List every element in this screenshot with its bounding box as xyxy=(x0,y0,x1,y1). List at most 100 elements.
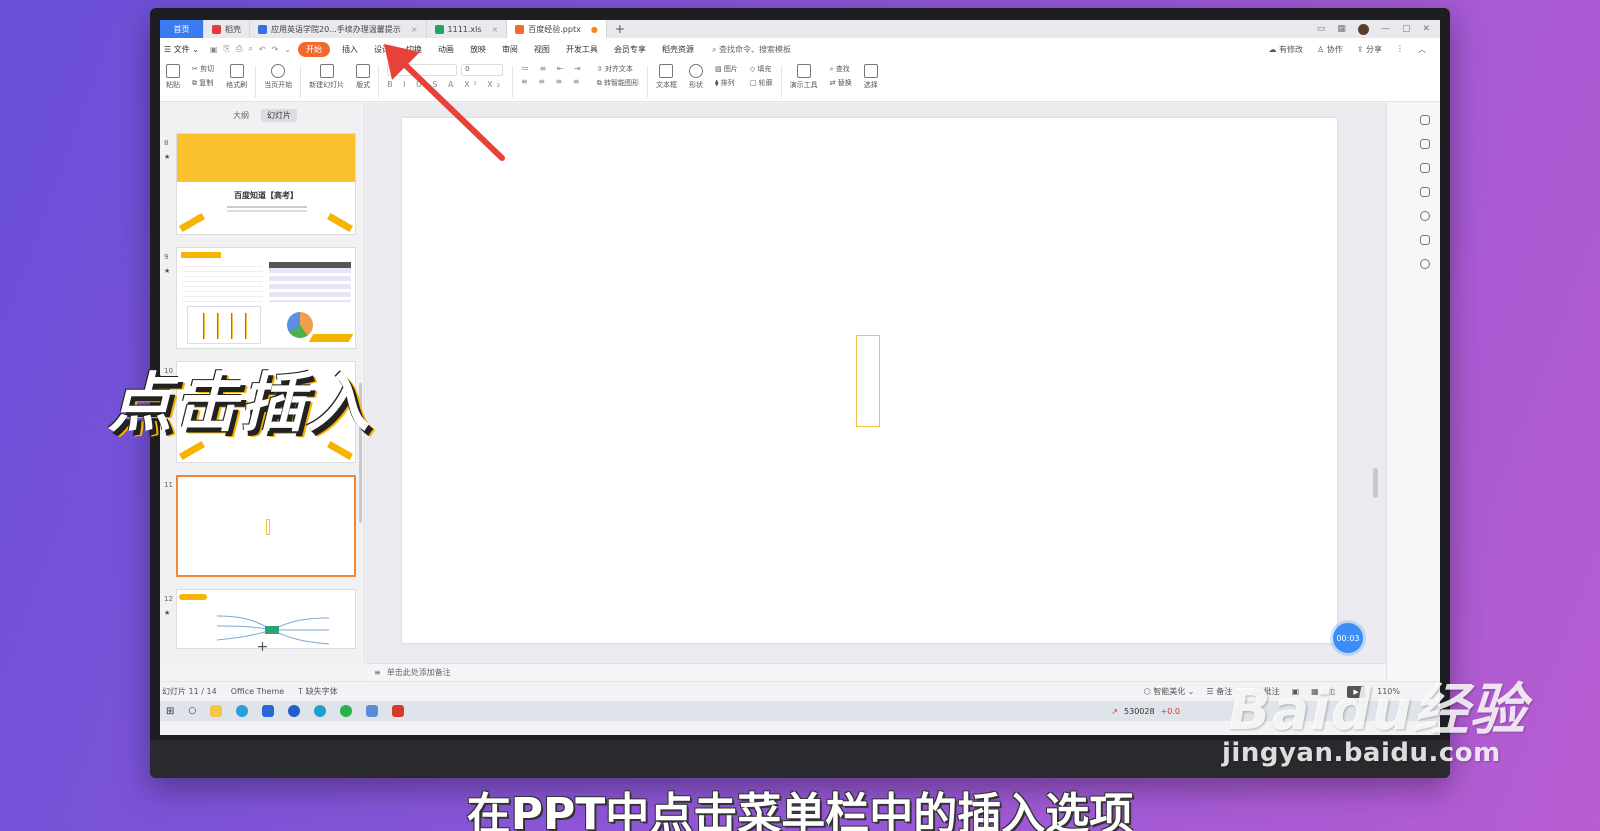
menu-member[interactable]: 会员专享 xyxy=(606,44,654,55)
help-icon[interactable] xyxy=(1420,211,1430,221)
layout-button[interactable]: 版式 xyxy=(350,64,376,90)
search-circle-icon[interactable]: ○ xyxy=(188,706,196,716)
minimize-icon[interactable]: — xyxy=(1381,24,1390,34)
video-caption: 在PPT中点击菜单栏中的插入选项 xyxy=(466,789,1134,831)
slide-thumbnail-selected[interactable] xyxy=(176,475,356,577)
presenter-tools-label: 演示工具 xyxy=(789,81,818,89)
edge-icon[interactable] xyxy=(314,705,327,717)
modified-dot-icon: ● xyxy=(590,24,598,34)
new-slide-icon xyxy=(319,64,334,78)
menu-file-label: 文件 xyxy=(173,44,190,54)
swirl-icon[interactable] xyxy=(288,705,301,717)
thumb-stripe xyxy=(326,212,354,233)
preview-icon[interactable]: ⌕ xyxy=(245,44,255,54)
align-icons[interactable]: ≡ ≡ ≡ ≡ xyxy=(521,77,583,86)
paste-button[interactable]: 粘贴 xyxy=(160,64,186,90)
tab-document[interactable]: 应用英语学院20...手续办理温馨提示 × xyxy=(250,20,427,38)
save-icon[interactable]: ▣ xyxy=(207,45,221,54)
modified-button[interactable]: ☁ 有修改 xyxy=(1268,44,1303,55)
menu-developer[interactable]: 开发工具 xyxy=(558,44,606,55)
new-tab-button[interactable]: + xyxy=(607,22,633,36)
share-button[interactable]: ⇪ 分享 xyxy=(1357,44,1382,55)
maximize-icon[interactable]: ▢ xyxy=(1402,24,1411,34)
tab-home[interactable]: 首页 xyxy=(160,20,204,38)
undo-icon[interactable]: ↶ xyxy=(256,45,269,54)
windows-start-icon[interactable]: ⊞ xyxy=(166,706,174,717)
smart-shape-button[interactable]: ⧉ 转智能图形 xyxy=(597,78,639,88)
redo-icon[interactable]: ↷ xyxy=(269,45,282,54)
cut-button[interactable]: ✂ 剪切 xyxy=(192,64,214,74)
menu-view[interactable]: 视图 xyxy=(526,44,558,55)
copy-button[interactable]: ⧉ 复制 xyxy=(192,78,213,88)
align-text-button[interactable]: ⇳ 对齐文本 xyxy=(597,64,633,74)
resize-icon[interactable] xyxy=(1420,187,1430,197)
settings-icon[interactable] xyxy=(1420,259,1430,269)
arrange-button[interactable]: ⧫ 排列 xyxy=(715,78,735,88)
sliders-icon[interactable] xyxy=(1420,139,1430,149)
format-painter-button[interactable]: 格式刷 xyxy=(220,64,253,90)
tab-slides[interactable]: 幻灯片 xyxy=(261,109,297,122)
paste-label: 粘贴 xyxy=(166,81,180,89)
close-icon[interactable]: × xyxy=(411,25,418,34)
picture-button[interactable]: ▨ 图片 xyxy=(715,64,738,74)
grid-icon[interactable]: ▦ xyxy=(1337,24,1346,34)
find-button[interactable]: ⌕ 查找 xyxy=(830,64,850,74)
tab-docer[interactable]: 稻壳 xyxy=(204,20,250,38)
recording-timer[interactable]: 00:03 xyxy=(1333,623,1363,653)
command-search[interactable]: ⌕ 查找命令、搜索模板 xyxy=(702,44,791,55)
close-icon[interactable]: × xyxy=(492,25,499,34)
avatar[interactable] xyxy=(1357,23,1369,35)
menu-docer-resources[interactable]: 稻壳资源 xyxy=(654,44,702,55)
canvas-scrollbar[interactable] xyxy=(1373,468,1378,498)
layout-icon[interactable]: ▭ xyxy=(1317,24,1326,34)
beautify-button[interactable]: ⬡ 智能美化 ⌄ xyxy=(1144,686,1195,697)
outline-button[interactable]: □ 轮廓 xyxy=(750,78,773,88)
gem-icon[interactable] xyxy=(1420,115,1430,125)
watermark-url: jingyan.baidu.com xyxy=(1222,738,1501,768)
textbox-label: 文本框 xyxy=(655,81,677,89)
wps-icon[interactable] xyxy=(392,705,405,717)
missing-font-button[interactable]: Ꭲ 缺失字体 xyxy=(298,686,337,697)
smart-shape-label: 转智能图形 xyxy=(603,79,639,87)
pin-icon[interactable] xyxy=(1420,163,1430,173)
close-window-icon[interactable]: ✕ xyxy=(1422,24,1430,34)
tab-spreadsheet[interactable]: 1111.xls × xyxy=(427,20,508,38)
tab-outline[interactable]: 大纲 xyxy=(227,109,255,122)
export-icon[interactable]: ⎘ xyxy=(221,44,233,54)
slide-thumbnail[interactable]: 百度知道【高考】 xyxy=(176,133,356,235)
slide-thumbnail[interactable] xyxy=(176,247,356,349)
watermark-logo: Baidu经验 xyxy=(1228,678,1527,743)
menu-file[interactable]: ☰ 文件 ⌄ xyxy=(160,44,207,55)
app-icon[interactable] xyxy=(366,705,379,717)
select-button[interactable]: 选择 xyxy=(858,64,884,90)
textbox-button[interactable]: 文本框 xyxy=(650,64,683,90)
current-slide[interactable] xyxy=(402,118,1337,643)
list-icons[interactable]: ≔ ≡ ⇤ ⇥ xyxy=(521,64,585,73)
more-icon[interactable]: ⌄ xyxy=(281,45,294,54)
fill-button[interactable]: ◇ 填充 xyxy=(750,64,772,74)
slide-number: 11 xyxy=(164,481,173,489)
collapse-ribbon-icon[interactable]: ︿ xyxy=(1418,44,1426,55)
play-from-current-button[interactable]: 当页开始 xyxy=(258,64,298,90)
presenter-tools-button[interactable]: 演示工具 xyxy=(784,64,824,90)
menu-start[interactable]: 开始 xyxy=(297,41,330,57)
kebab-icon[interactable]: ⋮ xyxy=(1396,44,1404,55)
bird-icon[interactable] xyxy=(262,705,275,717)
folder-icon[interactable] xyxy=(210,705,223,717)
shape-button[interactable]: 形状 xyxy=(683,64,709,90)
replace-button[interactable]: ⇄ 替换 xyxy=(830,78,852,88)
new-slide-button[interactable]: 新建幻灯片 xyxy=(303,64,350,90)
replace-label: 替换 xyxy=(837,79,852,87)
wechat-icon[interactable] xyxy=(340,705,353,717)
add-slide-button[interactable]: + xyxy=(160,639,365,655)
collab-label: 协作 xyxy=(1326,44,1343,54)
collab-button[interactable]: ♙ 协作 xyxy=(1317,44,1343,55)
menu-insert[interactable]: 插入 xyxy=(334,44,366,55)
tab-presentation[interactable]: 百度经验.pptx ● xyxy=(507,20,607,38)
thumb-header-bar xyxy=(181,252,221,258)
print-icon[interactable]: ⎙ xyxy=(233,44,245,54)
slide-placeholder-rect[interactable] xyxy=(856,335,880,427)
browser-icon[interactable] xyxy=(236,705,249,717)
picture-group: ▨ 图片 ⧫ 排列 xyxy=(709,64,744,88)
image-icon[interactable] xyxy=(1420,235,1430,245)
